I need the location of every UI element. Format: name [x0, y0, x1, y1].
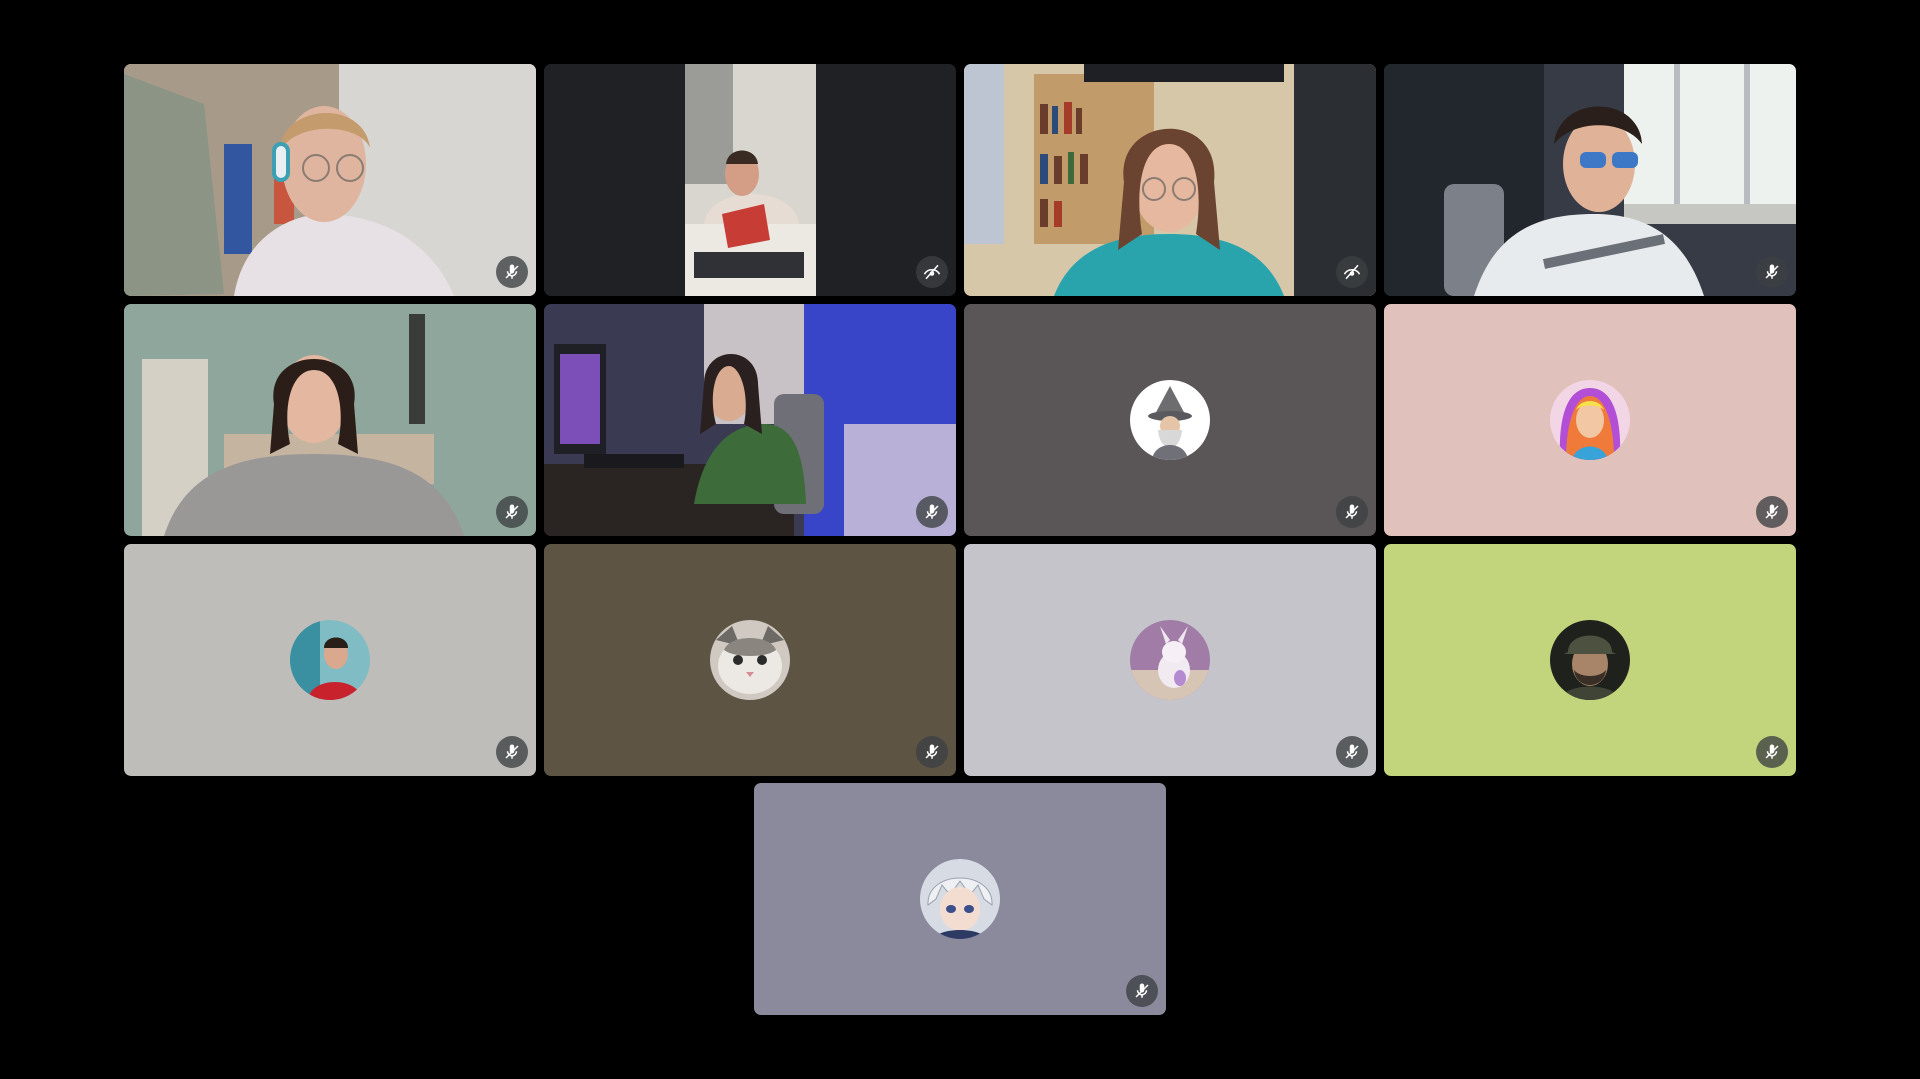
mic-off-icon[interactable] — [916, 736, 948, 768]
colorful-woman-avatar — [1550, 380, 1630, 460]
visibility-off-icon[interactable] — [1336, 256, 1368, 288]
mic-off-icon[interactable] — [496, 736, 528, 768]
man-red-shirt-avatar — [290, 620, 370, 700]
participant-video — [124, 304, 536, 536]
mic-off-icon[interactable] — [1126, 975, 1158, 1007]
participant-video — [964, 64, 1376, 296]
participant-tile[interactable] — [1384, 64, 1796, 296]
participant-video — [1384, 64, 1796, 296]
wizard-avatar — [1130, 380, 1210, 460]
visibility-off-icon[interactable] — [916, 256, 948, 288]
participant-tile[interactable] — [124, 304, 536, 536]
participant-tile[interactable] — [124, 64, 536, 296]
plush-toy-avatar — [1130, 620, 1210, 700]
mic-off-icon[interactable] — [1756, 496, 1788, 528]
mic-off-icon[interactable] — [916, 496, 948, 528]
participant-tile[interactable] — [124, 544, 536, 776]
participant-tile[interactable] — [964, 544, 1376, 776]
participant-tile[interactable] — [544, 544, 956, 776]
video-call-grid — [0, 0, 1920, 1079]
participant-video — [544, 64, 956, 296]
mic-off-icon[interactable] — [1756, 736, 1788, 768]
mic-off-icon[interactable] — [496, 496, 528, 528]
participant-tile[interactable] — [544, 64, 956, 296]
soldier-avatar — [1550, 620, 1630, 700]
participant-tile[interactable] — [964, 64, 1376, 296]
mic-off-icon[interactable] — [1756, 256, 1788, 288]
participant-tile[interactable] — [754, 783, 1166, 1015]
participant-tile[interactable] — [1384, 544, 1796, 776]
mic-off-icon[interactable] — [1336, 736, 1368, 768]
cat-avatar — [710, 620, 790, 700]
participant-video — [544, 304, 956, 536]
mic-off-icon[interactable] — [496, 256, 528, 288]
mic-off-icon[interactable] — [1336, 496, 1368, 528]
participant-tile[interactable] — [1384, 304, 1796, 536]
participant-tile[interactable] — [964, 304, 1376, 536]
anime-boy-avatar — [920, 859, 1000, 939]
participant-video — [124, 64, 536, 296]
participant-tile[interactable] — [544, 304, 956, 536]
